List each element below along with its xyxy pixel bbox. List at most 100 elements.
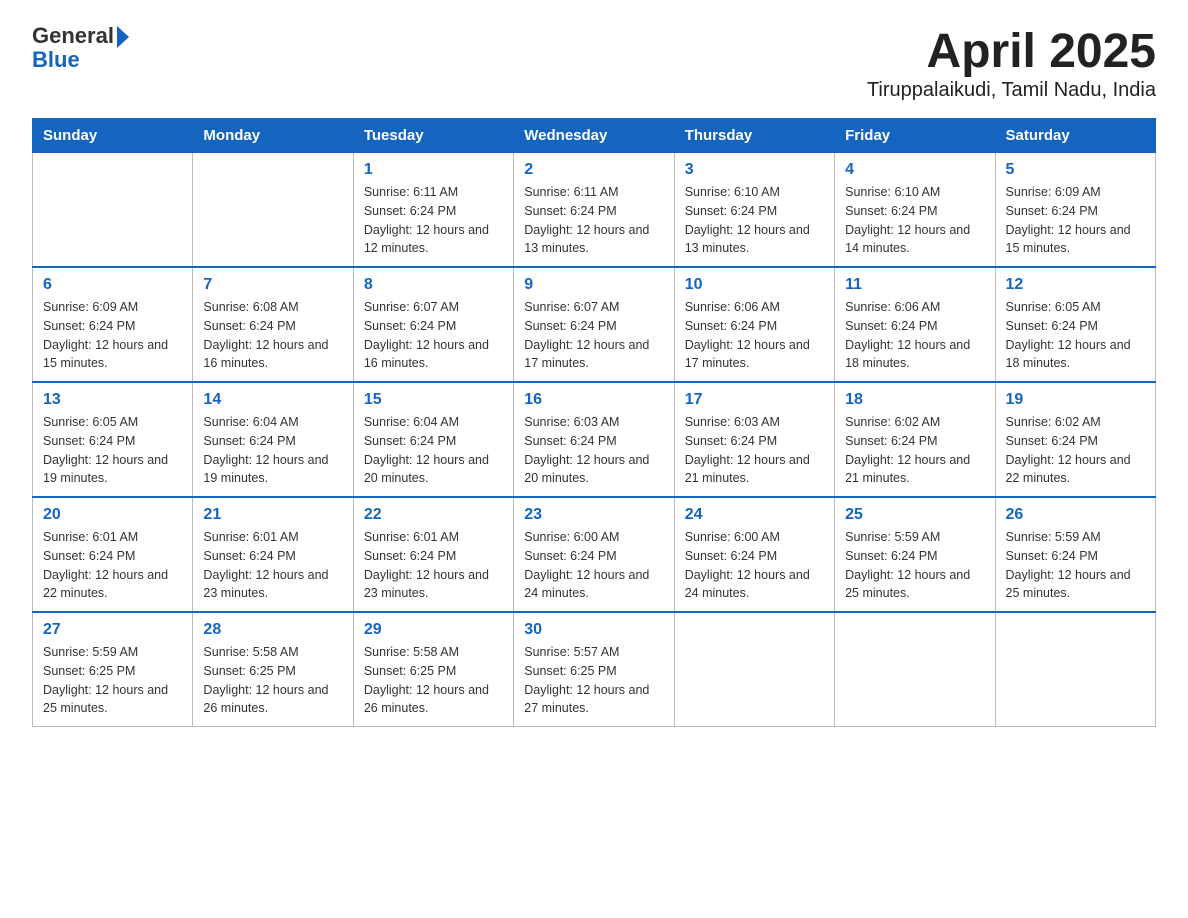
calendar-cell: 9 Sunrise: 6:07 AMSunset: 6:24 PMDaylight… xyxy=(514,267,674,382)
day-info: Sunrise: 6:10 AMSunset: 6:24 PMDaylight:… xyxy=(685,183,824,258)
day-number: 8 xyxy=(364,276,503,294)
calendar-cell: 3 Sunrise: 6:10 AMSunset: 6:24 PMDaylight… xyxy=(674,153,834,268)
week-row-3: 13 Sunrise: 6:05 AMSunset: 6:24 PMDayligh… xyxy=(33,382,1156,497)
day-info: Sunrise: 6:10 AMSunset: 6:24 PMDaylight:… xyxy=(845,183,984,258)
day-number: 4 xyxy=(845,161,984,179)
header-friday: Friday xyxy=(835,119,995,153)
calendar-cell: 10Sunrise: 6:06 AMSunset: 6:24 PMDayligh… xyxy=(674,267,834,382)
week-row-5: 27Sunrise: 5:59 AMSunset: 6:25 PMDayligh… xyxy=(33,612,1156,727)
calendar-cell: 7 Sunrise: 6:08 AMSunset: 6:24 PMDaylight… xyxy=(193,267,353,382)
day-number: 26 xyxy=(1006,506,1145,524)
day-info: Sunrise: 6:03 AMSunset: 6:24 PMDaylight:… xyxy=(524,413,663,488)
day-info: Sunrise: 6:00 AMSunset: 6:24 PMDaylight:… xyxy=(685,528,824,603)
calendar-cell: 24 Sunrise: 6:00 AMSunset: 6:24 PMDayligh… xyxy=(674,497,834,612)
day-number: 9 xyxy=(524,276,663,294)
day-info: Sunrise: 6:07 AMSunset: 6:24 PMDaylight:… xyxy=(524,298,663,373)
day-info: Sunrise: 6:04 AMSunset: 6:24 PMDaylight:… xyxy=(364,413,503,488)
day-info: Sunrise: 5:59 AMSunset: 6:24 PMDaylight:… xyxy=(845,528,984,603)
day-number: 16 xyxy=(524,391,663,409)
calendar-cell: 22 Sunrise: 6:01 AMSunset: 6:24 PMDayligh… xyxy=(353,497,513,612)
calendar-cell: 14Sunrise: 6:04 AMSunset: 6:24 PMDayligh… xyxy=(193,382,353,497)
calendar-cell: 30 Sunrise: 5:57 AMSunset: 6:25 PMDayligh… xyxy=(514,612,674,727)
calendar-cell xyxy=(33,153,193,268)
calendar-cell: 2 Sunrise: 6:11 AMSunset: 6:24 PMDaylight… xyxy=(514,153,674,268)
calendar-header-row: SundayMondayTuesdayWednesdayThursdayFrid… xyxy=(33,119,1156,153)
calendar-cell xyxy=(835,612,995,727)
calendar-cell: 11Sunrise: 6:06 AMSunset: 6:24 PMDayligh… xyxy=(835,267,995,382)
day-number: 19 xyxy=(1006,391,1145,409)
day-number: 3 xyxy=(685,161,824,179)
calendar-cell xyxy=(193,153,353,268)
calendar-cell: 12Sunrise: 6:05 AMSunset: 6:24 PMDayligh… xyxy=(995,267,1155,382)
page-header: General Blue April 2025 Tiruppalaikudi, … xyxy=(32,24,1156,102)
logo: General Blue xyxy=(32,24,129,72)
calendar-title: April 2025 xyxy=(867,24,1156,79)
day-info: Sunrise: 5:57 AMSunset: 6:25 PMDaylight:… xyxy=(524,643,663,718)
header-wednesday: Wednesday xyxy=(514,119,674,153)
day-number: 7 xyxy=(203,276,342,294)
day-info: Sunrise: 6:03 AMSunset: 6:24 PMDaylight:… xyxy=(685,413,824,488)
day-info: Sunrise: 6:09 AMSunset: 6:24 PMDaylight:… xyxy=(1006,183,1145,258)
calendar-table: SundayMondayTuesdayWednesdayThursdayFrid… xyxy=(32,118,1156,727)
day-number: 1 xyxy=(364,161,503,179)
calendar-cell: 18Sunrise: 6:02 AMSunset: 6:24 PMDayligh… xyxy=(835,382,995,497)
calendar-cell: 8 Sunrise: 6:07 AMSunset: 6:24 PMDaylight… xyxy=(353,267,513,382)
day-number: 20 xyxy=(43,506,182,524)
day-info: Sunrise: 6:11 AMSunset: 6:24 PMDaylight:… xyxy=(364,183,503,258)
logo-general: General xyxy=(32,24,114,48)
calendar-cell: 29Sunrise: 5:58 AMSunset: 6:25 PMDayligh… xyxy=(353,612,513,727)
day-number: 11 xyxy=(845,276,984,294)
day-info: Sunrise: 5:59 AMSunset: 6:24 PMDaylight:… xyxy=(1006,528,1145,603)
day-number: 2 xyxy=(524,161,663,179)
day-number: 5 xyxy=(1006,161,1145,179)
calendar-cell: 1 Sunrise: 6:11 AMSunset: 6:24 PMDaylight… xyxy=(353,153,513,268)
calendar-cell: 23 Sunrise: 6:00 AMSunset: 6:24 PMDayligh… xyxy=(514,497,674,612)
header-tuesday: Tuesday xyxy=(353,119,513,153)
calendar-subtitle: Tiruppalaikudi, Tamil Nadu, India xyxy=(867,79,1156,102)
week-row-2: 6 Sunrise: 6:09 AMSunset: 6:24 PMDaylight… xyxy=(33,267,1156,382)
calendar-cell: 6 Sunrise: 6:09 AMSunset: 6:24 PMDaylight… xyxy=(33,267,193,382)
day-number: 6 xyxy=(43,276,182,294)
week-row-4: 20 Sunrise: 6:01 AMSunset: 6:24 PMDayligh… xyxy=(33,497,1156,612)
day-info: Sunrise: 6:01 AMSunset: 6:24 PMDaylight:… xyxy=(43,528,182,603)
calendar-cell: 15Sunrise: 6:04 AMSunset: 6:24 PMDayligh… xyxy=(353,382,513,497)
calendar-cell: 27Sunrise: 5:59 AMSunset: 6:25 PMDayligh… xyxy=(33,612,193,727)
calendar-cell: 5 Sunrise: 6:09 AMSunset: 6:24 PMDaylight… xyxy=(995,153,1155,268)
day-number: 10 xyxy=(685,276,824,294)
calendar-cell: 17Sunrise: 6:03 AMSunset: 6:24 PMDayligh… xyxy=(674,382,834,497)
calendar-cell: 25 Sunrise: 5:59 AMSunset: 6:24 PMDayligh… xyxy=(835,497,995,612)
header-monday: Monday xyxy=(193,119,353,153)
day-number: 25 xyxy=(845,506,984,524)
day-info: Sunrise: 6:07 AMSunset: 6:24 PMDaylight:… xyxy=(364,298,503,373)
day-info: Sunrise: 5:58 AMSunset: 6:25 PMDaylight:… xyxy=(203,643,342,718)
day-info: Sunrise: 6:05 AMSunset: 6:24 PMDaylight:… xyxy=(43,413,182,488)
day-info: Sunrise: 6:02 AMSunset: 6:24 PMDaylight:… xyxy=(1006,413,1145,488)
title-block: April 2025 Tiruppalaikudi, Tamil Nadu, I… xyxy=(867,24,1156,102)
calendar-cell: 20 Sunrise: 6:01 AMSunset: 6:24 PMDayligh… xyxy=(33,497,193,612)
day-number: 22 xyxy=(364,506,503,524)
calendar-cell: 16 Sunrise: 6:03 AMSunset: 6:24 PMDayligh… xyxy=(514,382,674,497)
day-info: Sunrise: 6:00 AMSunset: 6:24 PMDaylight:… xyxy=(524,528,663,603)
day-number: 23 xyxy=(524,506,663,524)
calendar-cell xyxy=(674,612,834,727)
day-info: Sunrise: 6:01 AMSunset: 6:24 PMDaylight:… xyxy=(364,528,503,603)
day-info: Sunrise: 6:09 AMSunset: 6:24 PMDaylight:… xyxy=(43,298,182,373)
header-saturday: Saturday xyxy=(995,119,1155,153)
calendar-cell: 19 Sunrise: 6:02 AMSunset: 6:24 PMDayligh… xyxy=(995,382,1155,497)
calendar-cell: 26 Sunrise: 5:59 AMSunset: 6:24 PMDayligh… xyxy=(995,497,1155,612)
day-number: 12 xyxy=(1006,276,1145,294)
day-info: Sunrise: 5:58 AMSunset: 6:25 PMDaylight:… xyxy=(364,643,503,718)
day-number: 24 xyxy=(685,506,824,524)
day-info: Sunrise: 6:01 AMSunset: 6:24 PMDaylight:… xyxy=(203,528,342,603)
calendar-cell: 21 Sunrise: 6:01 AMSunset: 6:24 PMDayligh… xyxy=(193,497,353,612)
day-info: Sunrise: 6:04 AMSunset: 6:24 PMDaylight:… xyxy=(203,413,342,488)
day-number: 13 xyxy=(43,391,182,409)
day-number: 21 xyxy=(203,506,342,524)
logo-arrow-icon xyxy=(117,26,129,48)
day-number: 18 xyxy=(845,391,984,409)
day-info: Sunrise: 6:08 AMSunset: 6:24 PMDaylight:… xyxy=(203,298,342,373)
day-info: Sunrise: 6:11 AMSunset: 6:24 PMDaylight:… xyxy=(524,183,663,258)
week-row-1: 1 Sunrise: 6:11 AMSunset: 6:24 PMDaylight… xyxy=(33,153,1156,268)
logo-blue: Blue xyxy=(32,48,129,72)
day-number: 30 xyxy=(524,621,663,639)
